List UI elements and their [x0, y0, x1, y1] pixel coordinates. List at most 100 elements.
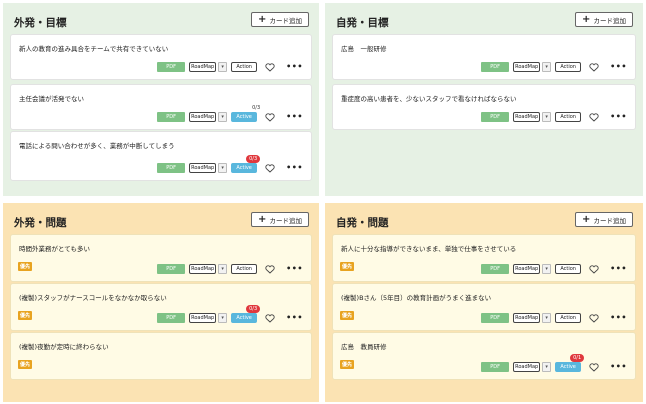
card[interactable]: 主任会議が活発でない PDF RoadMap ▾ Active 0/3 ••• [10, 84, 312, 130]
add-card-button[interactable]: + カード追加 [575, 212, 633, 227]
chevron-down-icon[interactable]: ▾ [218, 62, 228, 72]
card[interactable]: 重症度の高い患者を、少ないスタッフで看なければならない PDF RoadMap ▾… [332, 84, 636, 130]
active-button[interactable]: Active 0/3 [231, 155, 261, 173]
add-card-button[interactable]: + カード追加 [251, 12, 309, 27]
priority-tag: 優先 [18, 311, 33, 320]
quadrant-external-problem: 外発・問題 + カード追加 時間外業務がとても多い 優先 PDF RoadMap ▾… [3, 203, 319, 402]
priority-tag: 優先 [18, 262, 33, 271]
card[interactable]: 電話による問い合わせが多く、業務が中断してしまう PDF RoadMap ▾ Ac… [10, 131, 312, 181]
card-title: (複製)スタッフがナースコールをなかなか取らない [19, 294, 167, 302]
progress-badge: 0/3 [246, 305, 261, 313]
more-dots-icon[interactable]: ••• [610, 363, 627, 371]
pdf-button[interactable]: PDF [481, 264, 510, 274]
roadmap-button[interactable]: RoadMap [513, 362, 541, 372]
card[interactable]: 時間外業務がとても多い 優先 PDF RoadMap ▾ Action ••• [10, 234, 312, 282]
chevron-down-icon[interactable]: ▾ [542, 62, 552, 72]
card[interactable]: 新人に十分な指導ができないまま、単独で仕事をさせている 優先 PDF RoadM… [332, 234, 636, 282]
heart-icon[interactable] [264, 264, 276, 274]
chevron-down-icon[interactable]: ▾ [218, 264, 228, 274]
chevron-down-icon[interactable]: ▾ [218, 112, 228, 122]
chevron-down-icon[interactable]: ▾ [218, 163, 228, 173]
more-dots-icon[interactable]: ••• [286, 113, 303, 121]
active-button[interactable]: Active 0/3 [231, 105, 260, 122]
action-button[interactable]: Action [555, 264, 582, 274]
plus-icon: + [258, 13, 267, 25]
card[interactable]: (複製)スタッフがナースコールをなかなか取らない 優先 PDF RoadMap ▾… [10, 283, 312, 331]
card[interactable]: 新人の教育の進み具合をチームで共有できていない PDF RoadMap ▾ Act… [10, 34, 312, 80]
action-button[interactable]: Action [555, 62, 582, 72]
roadmap-button[interactable]: RoadMap [513, 62, 541, 72]
quadrant-title: 自発・目標 [336, 17, 389, 29]
quadrant-title: 自発・問題 [336, 217, 389, 229]
progress-badge: 0/3 [246, 155, 261, 163]
roadmap-button[interactable]: RoadMap [189, 313, 217, 323]
pdf-button[interactable]: PDF [157, 313, 186, 323]
pdf-button[interactable]: PDF [481, 313, 510, 323]
pdf-button[interactable]: PDF [481, 362, 510, 372]
more-dots-icon[interactable]: ••• [286, 164, 303, 172]
quadrant-internal-goal: 自発・目標 + カード追加 広島 一般研修 PDF RoadMap ▾ Action… [325, 3, 643, 196]
priority-tag: 優先 [18, 360, 33, 369]
heart-icon[interactable] [588, 112, 600, 122]
add-card-button[interactable]: + カード追加 [575, 12, 633, 27]
pdf-button[interactable]: PDF [157, 112, 186, 122]
chevron-down-icon[interactable]: ▾ [218, 313, 228, 323]
chevron-down-icon[interactable]: ▾ [542, 362, 552, 372]
roadmap-button[interactable]: RoadMap [513, 264, 541, 274]
more-dots-icon[interactable]: ••• [610, 113, 627, 121]
heart-icon[interactable] [588, 62, 600, 72]
pdf-button[interactable]: PDF [157, 163, 186, 173]
card-title: 時間外業務がとても多い [19, 245, 90, 253]
more-dots-icon[interactable]: ••• [286, 314, 303, 322]
active-button[interactable]: Active 0/3 [231, 305, 261, 323]
heart-icon[interactable] [264, 112, 276, 122]
heart-icon[interactable] [264, 62, 276, 72]
quadrant-title: 外発・問題 [14, 217, 67, 229]
card[interactable]: 広島 教員研修 優先 PDF RoadMap ▾ Active 0/1 ••• [332, 332, 636, 380]
add-card-button[interactable]: + カード追加 [251, 212, 309, 227]
card[interactable]: (複製)Bさん（5年目）の教育計画がうまく進まない 優先 PDF RoadMap… [332, 283, 636, 331]
priority-tag: 優先 [340, 311, 355, 320]
more-dots-icon[interactable]: ••• [286, 265, 303, 273]
more-dots-icon[interactable]: ••• [610, 63, 627, 71]
roadmap-button[interactable]: RoadMap [189, 264, 217, 274]
card-title: 新人の教育の進み具合をチームで共有できていない [19, 45, 169, 53]
roadmap-button[interactable]: RoadMap [189, 112, 217, 122]
priority-tag: 優先 [340, 360, 355, 369]
action-button[interactable]: Action [555, 313, 582, 323]
card[interactable]: 広島 一般研修 PDF RoadMap ▾ Action ••• [332, 34, 636, 80]
card-title: 主任会議が活発でない [19, 95, 84, 103]
plus-icon: + [582, 213, 591, 225]
pdf-button[interactable]: PDF [481, 112, 510, 122]
more-dots-icon[interactable]: ••• [610, 265, 627, 273]
roadmap-button[interactable]: RoadMap [189, 163, 217, 173]
pdf-button[interactable]: PDF [157, 264, 186, 274]
active-button[interactable]: Active 0/1 [555, 354, 585, 372]
heart-icon[interactable] [588, 313, 600, 323]
chevron-down-icon[interactable]: ▾ [542, 264, 552, 274]
roadmap-button[interactable]: RoadMap [513, 112, 541, 122]
action-button[interactable]: Action [231, 62, 258, 72]
plus-icon: + [582, 13, 591, 25]
chevron-down-icon[interactable]: ▾ [542, 112, 552, 122]
roadmap-button[interactable]: RoadMap [189, 62, 217, 72]
card-title: (複製)Bさん（5年目）の教育計画がうまく進まない [341, 294, 492, 302]
more-dots-icon[interactable]: ••• [610, 314, 627, 322]
quadrant-external-goal: 外発・目標 + カード追加 新人の教育の進み具合をチームで共有できていない PDF… [3, 3, 319, 196]
pdf-button[interactable]: PDF [157, 62, 186, 72]
roadmap-button[interactable]: RoadMap [513, 313, 541, 323]
heart-icon[interactable] [264, 163, 276, 173]
heart-icon[interactable] [264, 313, 276, 323]
more-dots-icon[interactable]: ••• [286, 63, 303, 71]
progress-badge: 0/1 [570, 354, 585, 362]
action-button[interactable]: Action [555, 112, 582, 122]
action-button[interactable]: Action [231, 264, 258, 274]
card-title: 新人に十分な指導ができないまま、単独で仕事をさせている [341, 245, 517, 253]
card[interactable]: (複製)夜勤が定時に終わらない 優先 [10, 332, 312, 380]
heart-icon[interactable] [588, 264, 600, 274]
pdf-button[interactable]: PDF [481, 62, 510, 72]
heart-icon[interactable] [588, 362, 600, 372]
card-title: 重症度の高い患者を、少ないスタッフで看なければならない [341, 95, 517, 103]
card-title: 広島 一般研修 [341, 45, 387, 53]
chevron-down-icon[interactable]: ▾ [542, 313, 552, 323]
